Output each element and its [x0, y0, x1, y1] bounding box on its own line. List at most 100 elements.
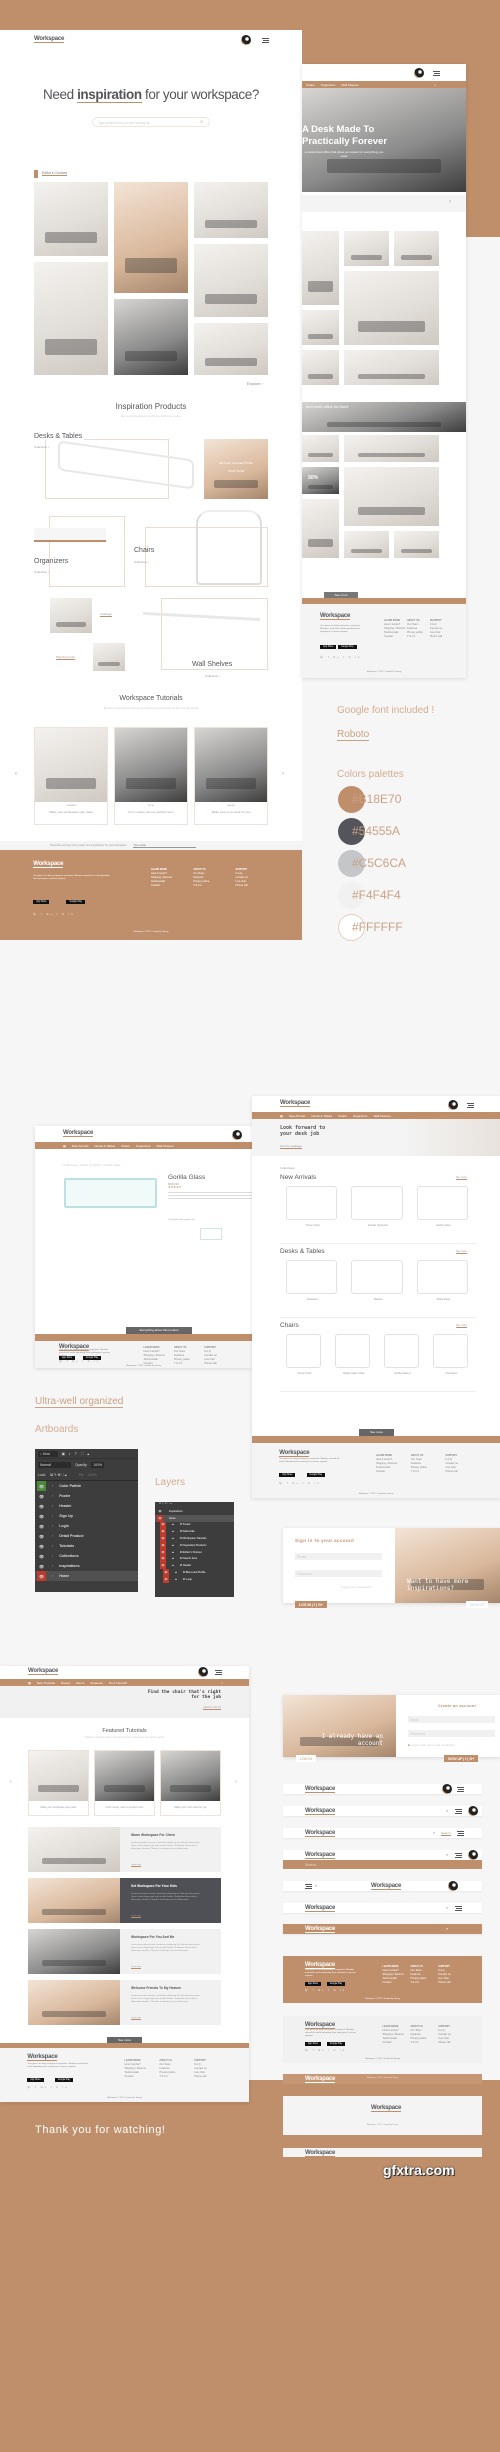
- menu-icon[interactable]: [455, 1809, 462, 1814]
- footer-link[interactable]: Contact: [383, 1981, 404, 1985]
- search-icon[interactable]: ⌕: [434, 83, 436, 87]
- see-more-link[interactable]: See more: [456, 1324, 467, 1328]
- visibility-eye-icon[interactable]: 👁︎: [37, 1561, 46, 1571]
- shape-filter-icon[interactable]: ⛶: [81, 1452, 83, 1456]
- nav-item[interactable]: Chairs: [338, 1114, 347, 1118]
- nav-item[interactable]: Desks & Tables: [95, 1144, 116, 1148]
- social-icons[interactable]: 🐦︎ f G+ t ℗ in: [27, 2086, 68, 2089]
- nav-item[interactable]: Organizers: [353, 1114, 368, 1118]
- artboard-row[interactable]: 👁︎ › Sign Up: [35, 1511, 138, 1521]
- carousel-prev-icon[interactable]: ‹: [10, 1779, 12, 1785]
- menu-icon[interactable]: [455, 1853, 462, 1858]
- product-thumbnail[interactable]: [416, 1186, 468, 1220]
- gallery-photo[interactable]: [344, 435, 439, 462]
- visibility-eye-icon[interactable]: 👁︎: [160, 1562, 166, 1570]
- tutorial-card[interactable]: ROOM From messy room to perfect room: [114, 727, 188, 825]
- artboard-row[interactable]: 👁︎ › Collections: [35, 1551, 138, 1561]
- visibility-eye-icon[interactable]: 👁︎: [160, 1548, 166, 1556]
- password-input[interactable]: Password: [408, 1730, 495, 1737]
- footer-link[interactable]: Phone call: [194, 2075, 206, 2079]
- footer-link[interactable]: T & C's: [410, 1981, 426, 1985]
- collection-link[interactable]: Collection ›: [34, 445, 49, 449]
- editor-photo[interactable]: [194, 244, 268, 317]
- artboard-row[interactable]: 👁︎ › Footer: [35, 1491, 138, 1501]
- shop-now-link[interactable]: SHOP NOW: [204, 469, 268, 473]
- login-button[interactable]: LOG IN | f | G+: [295, 1601, 327, 1608]
- terms-checkbox[interactable]: ■ I agree with terms and conditions: [408, 1743, 455, 1747]
- social-icons[interactable]: 🐦︎ f G+ t ℗ in: [279, 1482, 320, 1485]
- visibility-eye-icon[interactable]: 👁︎: [157, 1514, 163, 1522]
- social-icons[interactable]: 🐦︎ f G+ t ℗ in: [305, 1989, 346, 1992]
- nav-item[interactable]: New Tutorials: [37, 1681, 55, 1685]
- visibility-eye-icon[interactable]: 👁︎: [160, 1521, 166, 1529]
- collection-link[interactable]: Collection ›: [134, 560, 149, 564]
- footer-link[interactable]: Contact: [125, 2075, 146, 2079]
- product-thumbnail[interactable]: [416, 1260, 468, 1294]
- blend-mode-select[interactable]: Normal: [38, 1461, 71, 1468]
- gallery-photo[interactable]: [302, 499, 339, 558]
- google-play-button[interactable]: Google Play: [306, 1473, 326, 1478]
- nav-item[interactable]: Wall Shelves: [156, 1144, 173, 1148]
- product-name[interactable]: Svartasen: [427, 1372, 476, 1375]
- product-thumbnail[interactable]: [384, 1334, 419, 1368]
- shop-now-banner[interactable]: GET ALL COLLECTIONS SHOP NOW: [204, 439, 268, 499]
- product-thumbnail[interactable]: [351, 1186, 403, 1220]
- editor-photo[interactable]: [114, 299, 188, 375]
- product-name[interactable]: Vilmar Chair: [280, 1372, 329, 1375]
- article-row[interactable]: Welcome Friends To My Heaven Lorem ipsum …: [28, 1980, 221, 2025]
- grid-icon[interactable]: ▦: [280, 1114, 283, 1118]
- footer-link[interactable]: Contact: [383, 2041, 404, 2045]
- layer-row[interactable]: 👁︎ ▰ #1 Logo: [155, 1575, 234, 1583]
- logo[interactable]: Workspace: [28, 1668, 58, 1675]
- search-link[interactable]: Search: [441, 1831, 451, 1836]
- nav-item[interactable]: Wall Shelves: [373, 1114, 390, 1118]
- filter-kind-select[interactable]: ⌕ Kind: [38, 1450, 58, 1457]
- product-name[interactable]: Gorilla Glass: [411, 1224, 476, 1227]
- search-icon[interactable]: ⌕: [446, 1808, 448, 1813]
- footer-logo[interactable]: Workspace: [320, 613, 350, 620]
- nav-item[interactable]: Chairs: [121, 1144, 130, 1148]
- visibility-eye-icon[interactable]: 👁︎: [37, 1531, 46, 1541]
- footer-link[interactable]: Phone call: [445, 1470, 457, 1474]
- gallery-photo[interactable]: [344, 467, 439, 526]
- social-icons[interactable]: 🐦︎ f G+ t ℗ in: [33, 913, 74, 916]
- tutorial-card[interactable]: CLEANESS Make your workspace stay clean: [34, 727, 108, 825]
- explore-link[interactable]: Explore ›: [247, 381, 263, 386]
- footer-link[interactable]: T & C's: [407, 635, 423, 639]
- everything-tab[interactable]: Everything about this product: [126, 1327, 192, 1334]
- visibility-eye-icon[interactable]: 👁︎: [37, 1521, 46, 1531]
- menu-icon[interactable]: [215, 1670, 222, 1675]
- nav-item[interactable]: New Arrivals: [72, 1144, 89, 1148]
- search-icon[interactable]: ⌕: [433, 1830, 435, 1835]
- product-thumbnail[interactable]: [286, 1186, 338, 1220]
- email-input[interactable]: Email: [408, 1716, 495, 1723]
- footer-link[interactable]: Phone call: [438, 2041, 450, 2045]
- footer-link[interactable]: Phone call: [236, 884, 248, 888]
- signup-button[interactable]: SIGN UP: [466, 1601, 489, 1608]
- search-icon[interactable]: ⌕: [315, 1883, 317, 1888]
- carousel-next-icon[interactable]: ›: [235, 1779, 237, 1785]
- google-play-button[interactable]: Google Play: [54, 2077, 74, 2082]
- wall-shelves-card[interactable]: [161, 598, 268, 670]
- gallery-photo[interactable]: [344, 271, 439, 345]
- app-store-button[interactable]: App Store: [320, 644, 337, 649]
- opacity-input[interactable]: 100%: [91, 1461, 105, 1468]
- article-row[interactable]: Workspace For You And Me Lorem ipsum dolo…: [28, 1929, 221, 1974]
- menu-icon[interactable]: [262, 38, 269, 43]
- nav-item[interactable]: Cleaness: [90, 1681, 103, 1685]
- visibility-eye-icon[interactable]: 👁︎: [160, 1541, 166, 1549]
- artboard-row[interactable]: 👁︎ › Header: [35, 1501, 138, 1511]
- avatar[interactable]: [232, 1130, 242, 1140]
- product-name[interactable]: Svartasen: [280, 1298, 345, 1301]
- search-icon[interactable]: ⌕: [446, 1852, 448, 1857]
- email-input[interactable]: Email: [295, 1553, 382, 1560]
- nav-item[interactable]: Wall Shelves: [341, 83, 358, 87]
- chevron-right-icon[interactable]: ›: [52, 1504, 53, 1508]
- search-bar[interactable]: Search...: [283, 1860, 482, 1869]
- visibility-eye-icon[interactable]: 👁︎: [160, 1555, 166, 1563]
- avatar[interactable]: [241, 35, 251, 45]
- layer-row[interactable]: 👁︎ Home: [155, 1514, 234, 1522]
- forgot-password-link[interactable]: Forgot your password?: [341, 1585, 372, 1589]
- product-name[interactable]: Kvissle Organizer: [345, 1224, 410, 1227]
- chevron-right-icon[interactable]: ›: [52, 1564, 53, 1568]
